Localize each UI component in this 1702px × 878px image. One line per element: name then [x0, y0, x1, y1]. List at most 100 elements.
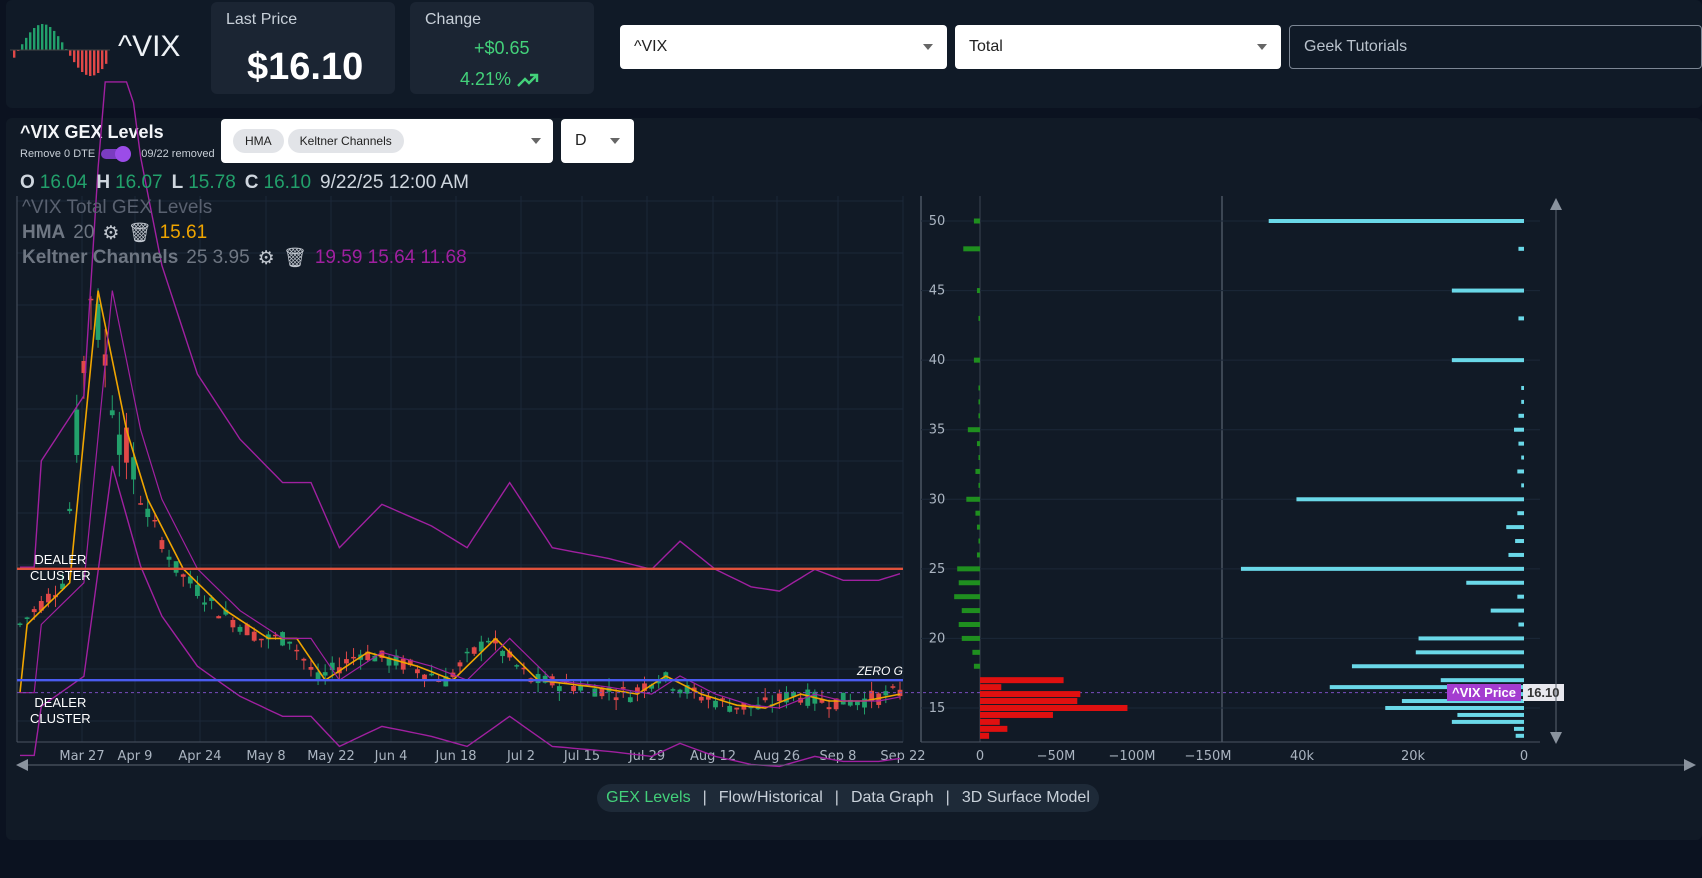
candle-body — [258, 638, 264, 641]
gex-bar-positive — [963, 246, 980, 252]
ohlc-high-label: H — [96, 172, 111, 193]
candle-body — [698, 696, 704, 701]
candle-body — [890, 686, 896, 688]
strike-tick-label: 25 — [929, 562, 946, 577]
footer-tabs: GEX Levels | Flow/Historical | Data Grap… — [597, 784, 1099, 812]
tab-separator: | — [834, 789, 839, 806]
candle-body — [514, 665, 520, 667]
hma-period: 20 — [73, 222, 95, 243]
keltner-legend-label: Keltner Channels — [22, 247, 179, 268]
gex-bar-positive — [973, 357, 980, 363]
gex-bar-positive — [967, 427, 980, 433]
strike-tick-label: 20 — [929, 631, 946, 646]
ohlc-low-label: L — [171, 172, 184, 193]
gex-bar-negative — [980, 684, 1002, 691]
candle-body — [883, 691, 889, 696]
candle-body — [308, 667, 314, 670]
candle-body — [24, 617, 30, 619]
oi-bar — [1518, 441, 1524, 446]
ohlc-datetime: 9/22/25 12:00 AM — [320, 172, 469, 193]
candle-body — [485, 640, 491, 643]
gear-icon[interactable]: ⚙ — [258, 247, 275, 270]
gex-bar-positive — [958, 580, 980, 586]
oi-bar — [1457, 712, 1524, 717]
ohlc-close-label: C — [244, 172, 259, 193]
tab-flow-historical[interactable]: Flow/Historical — [719, 789, 823, 807]
candle-body — [138, 503, 144, 505]
oi-bar — [1490, 608, 1524, 613]
candle-body — [301, 658, 307, 661]
candle-body — [400, 658, 406, 670]
horizontal-scroll-arrows[interactable] — [16, 758, 1696, 772]
gex-bar-negative — [980, 698, 1078, 705]
oi-bar — [1517, 511, 1524, 516]
gex-bar-positive — [978, 385, 980, 391]
oi-bar — [1418, 636, 1524, 641]
hma-line — [19, 290, 901, 709]
candle-body — [727, 705, 733, 712]
candle-body — [415, 669, 420, 674]
oi-bar — [1240, 566, 1524, 571]
tab-separator: | — [702, 789, 707, 806]
strike-tick-label: 45 — [929, 284, 946, 299]
gex-bar-positive — [978, 482, 980, 488]
gex-bar-positive — [976, 524, 980, 530]
tab-data-graph[interactable]: Data Graph — [851, 789, 934, 807]
tab-3d-surface[interactable]: 3D Surface Model — [962, 789, 1090, 807]
gex-bar-positive — [975, 510, 980, 516]
candle-body — [578, 685, 584, 691]
oi-bar — [1521, 455, 1524, 460]
gex-bar-positive — [966, 496, 980, 502]
ohlc-low: 15.78 — [188, 172, 236, 193]
gex-bar-positive — [954, 594, 980, 600]
gex-bar-positive — [973, 218, 980, 224]
candle-body — [180, 574, 186, 577]
candle-body — [230, 619, 236, 628]
candle-body — [74, 409, 80, 456]
oi-bar — [1514, 726, 1524, 731]
candle-body — [159, 540, 165, 549]
tab-gex-levels[interactable]: GEX Levels — [606, 789, 690, 807]
candle-body — [500, 650, 505, 657]
trash-icon[interactable]: 🗑 — [127, 221, 151, 245]
trash-icon[interactable]: 🗑 — [283, 246, 307, 270]
gear-icon[interactable]: ⚙ — [102, 222, 119, 245]
hma-legend-label: HMA — [22, 222, 66, 243]
keltner-legend: Keltner Channels 25 3.95 ⚙ 🗑 19.59 15.64… — [22, 246, 467, 270]
candle-body — [67, 508, 73, 512]
price-tag: ^VIX Price 16.10 — [1447, 684, 1564, 701]
oi-bar — [1521, 385, 1524, 390]
oi-bar — [1466, 580, 1524, 585]
oi-bar — [1517, 594, 1524, 599]
ohlc-close: 16.10 — [263, 172, 312, 193]
price-tag-label: ^VIX Price — [1447, 684, 1521, 701]
candle-body — [152, 519, 158, 522]
oi-bar — [1518, 316, 1524, 321]
candle-body — [734, 707, 740, 710]
vertical-scroll-arrows[interactable] — [1548, 196, 1564, 746]
candle-body — [571, 686, 576, 692]
gex-bar-negative — [980, 725, 1008, 732]
gex-bar-positive — [972, 649, 980, 655]
gex-bar-positive — [957, 566, 980, 572]
gex-bar-negative — [980, 711, 1053, 718]
candle-body — [826, 707, 832, 710]
candle-body — [31, 609, 37, 613]
gex-bar-positive — [978, 538, 980, 544]
oi-bar — [1517, 469, 1524, 474]
candle-body — [471, 647, 477, 654]
oi-bar — [1515, 733, 1524, 738]
gex-bar-positive — [978, 399, 980, 405]
ohlc-open-label: O — [20, 172, 35, 193]
gex-bar-positive — [976, 288, 980, 294]
candle-body — [613, 697, 619, 701]
gex-chart[interactable]: Mar 27 Apr 9 Apr 24 May 8 May 22 Jun 4 Jun 18 J… — [0, 0, 1702, 878]
ohlc-high: 16.07 — [115, 172, 163, 193]
gex-bar-negative — [980, 691, 1081, 698]
candle-body — [17, 623, 23, 625]
gex-bar-positive — [961, 608, 980, 614]
oi-bar — [1451, 288, 1524, 293]
candle-body — [429, 673, 435, 676]
ohlc-open: 16.04 — [39, 172, 88, 193]
candle-body — [670, 689, 676, 691]
